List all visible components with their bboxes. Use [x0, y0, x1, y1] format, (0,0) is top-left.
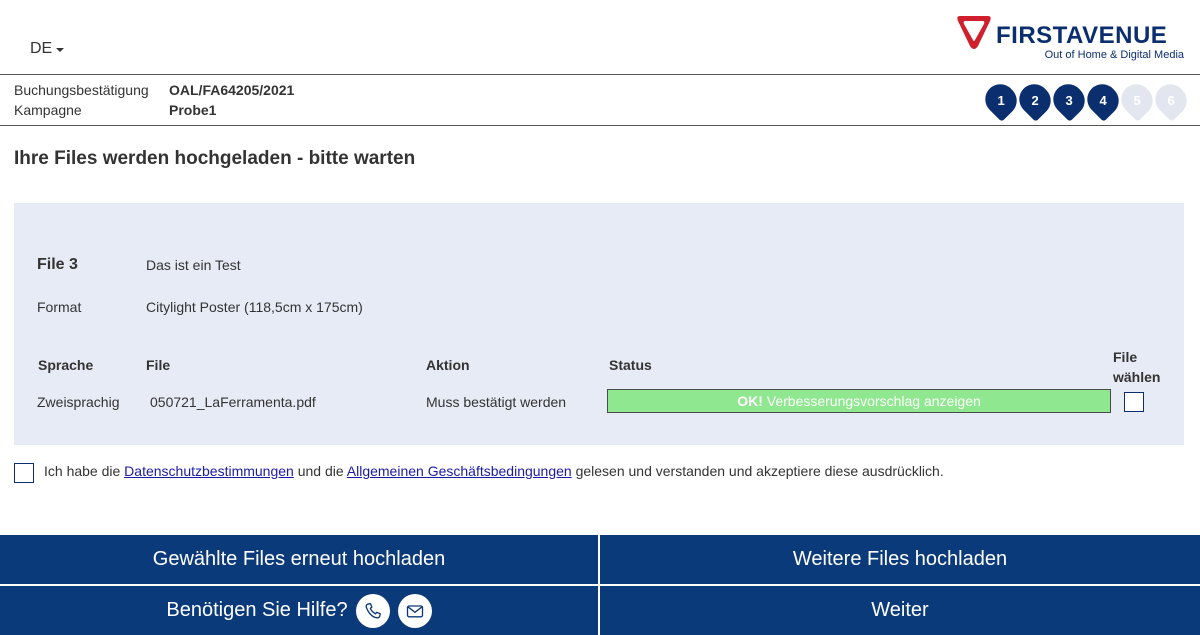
help-bar: Benötigen Sie Hilfe?: [0, 586, 598, 635]
progress-steps: 1 2 3 4 5 6: [979, 78, 1193, 122]
status-suggestion-button[interactable]: OK! Verbesserungsvorschlag anzeigen: [607, 389, 1111, 413]
top-header: DE FIRSTAVENUE Out of Home & Digital Med…: [0, 0, 1200, 75]
column-header-aktion: Aktion: [426, 357, 470, 373]
file-description: Das ist ein Test: [146, 257, 241, 273]
column-header-status: Status: [609, 357, 652, 373]
terms-link[interactable]: Allgemeinen Geschäftsbedingungen: [347, 463, 572, 479]
chevron-down-icon: [56, 47, 65, 52]
column-header-file-waehlen: File wählen: [1113, 349, 1161, 385]
logo-brand: FIRSTAVENUE: [996, 22, 1168, 49]
step-5: 5: [1115, 78, 1159, 122]
step-2[interactable]: 2: [1013, 78, 1057, 122]
confirmation-value: OAL/FA64205/2021: [169, 82, 295, 98]
format-value: Citylight Poster (118,5cm x 175cm): [146, 299, 363, 315]
next-button[interactable]: Weiter: [600, 586, 1200, 635]
privacy-link[interactable]: Datenschutzbestimmungen: [124, 463, 294, 479]
terms-text: Ich habe die Datenschutzbestimmungen und…: [44, 463, 944, 479]
upload-more-button[interactable]: Weitere Files hochladen: [600, 535, 1200, 584]
step-6: 6: [1149, 78, 1193, 122]
row-aktion: Muss bestätigt werden: [426, 394, 567, 410]
reupload-selected-button[interactable]: Gewählte Files erneut hochladen: [0, 535, 598, 584]
phone-icon[interactable]: [355, 593, 390, 628]
confirmation-label: Buchungsbestätigung: [14, 82, 149, 98]
file-number-label: File 3: [37, 256, 78, 273]
step-4[interactable]: 4: [1081, 78, 1125, 122]
logo-tagline: Out of Home & Digital Media: [1044, 49, 1184, 61]
booking-info-bar: Buchungsbestätigung OAL/FA64205/2021 Kam…: [0, 76, 1200, 126]
language-label: DE: [30, 40, 53, 57]
column-header-file: File: [146, 357, 171, 373]
campaign-value: Probe1: [169, 102, 217, 118]
file-panel: File 3 Das ist ein Test Format Citylight…: [14, 203, 1184, 445]
page-title: Ihre Files werden hochgeladen - bitte wa…: [14, 148, 416, 169]
step-1[interactable]: 1: [979, 78, 1023, 122]
mail-icon[interactable]: [397, 593, 432, 628]
terms-row: Ich habe die Datenschutzbestimmungen und…: [14, 461, 1184, 485]
firstavenue-logo: FIRSTAVENUE Out of Home & Digital Media: [954, 12, 1184, 64]
campaign-label: Kampagne: [14, 102, 82, 118]
help-label: Benötigen Sie Hilfe?: [166, 599, 348, 621]
terms-checkbox[interactable]: [14, 463, 34, 483]
status-text: Verbesserungsvorschlag anzeigen: [762, 393, 981, 409]
column-header-sprache: Sprache: [38, 357, 94, 373]
row-sprache: Zweisprachig: [37, 394, 120, 410]
logo-mark-icon: [957, 16, 991, 49]
step-3[interactable]: 3: [1047, 78, 1091, 122]
file-select-checkbox[interactable]: [1124, 392, 1144, 412]
language-selector[interactable]: DE: [30, 40, 65, 58]
format-label: Format: [37, 299, 82, 315]
row-filename: 050721_LaFerramenta.pdf: [150, 394, 316, 410]
status-ok-label: OK!: [737, 393, 763, 409]
